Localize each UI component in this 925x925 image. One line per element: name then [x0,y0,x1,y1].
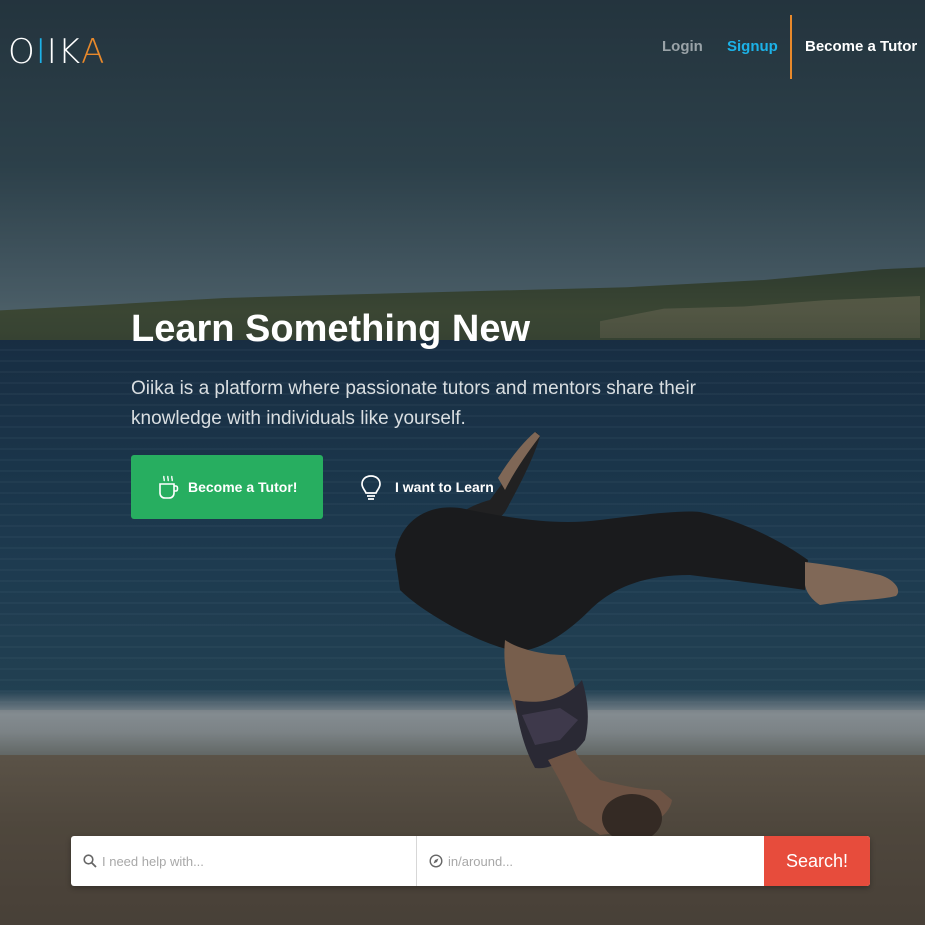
want-to-learn-label: I want to Learn [395,479,494,495]
compass-icon [429,854,443,868]
hero-subtitle: Oiika is a platform where passionate tut… [131,378,696,429]
become-tutor-button[interactable]: Become a Tutor! [131,455,323,519]
search-bar: Search! [71,836,870,886]
login-link[interactable]: Login [662,38,703,55]
search-icon [83,854,97,868]
oiika-logo[interactable]: O I I K A [8,30,105,70]
help-input[interactable] [102,853,402,869]
help-field [71,836,417,886]
signup-link[interactable]: Signup [727,38,778,55]
top-navbar: O I I K A Login Signup Become a Tutor [0,0,925,96]
lightbulb-icon [361,475,381,500]
logo-letter-a: A [81,32,106,72]
become-tutor-link[interactable]: Become a Tutor [805,38,917,55]
hero-title: Learn Something New [131,308,531,350]
logo-letter-k: K [57,32,82,72]
logo-letter-i2: I [46,32,58,72]
become-tutor-button-label: Become a Tutor! [188,479,298,495]
search-button[interactable]: Search! [764,836,870,886]
logo-letter-o: O [8,32,36,72]
want-to-learn-button[interactable]: I want to Learn [360,470,494,504]
location-input[interactable] [448,853,748,869]
coffee-cup-icon [159,475,179,499]
nav-divider [790,15,792,79]
logo-letter-i1: I [35,32,47,72]
location-field [417,836,764,886]
